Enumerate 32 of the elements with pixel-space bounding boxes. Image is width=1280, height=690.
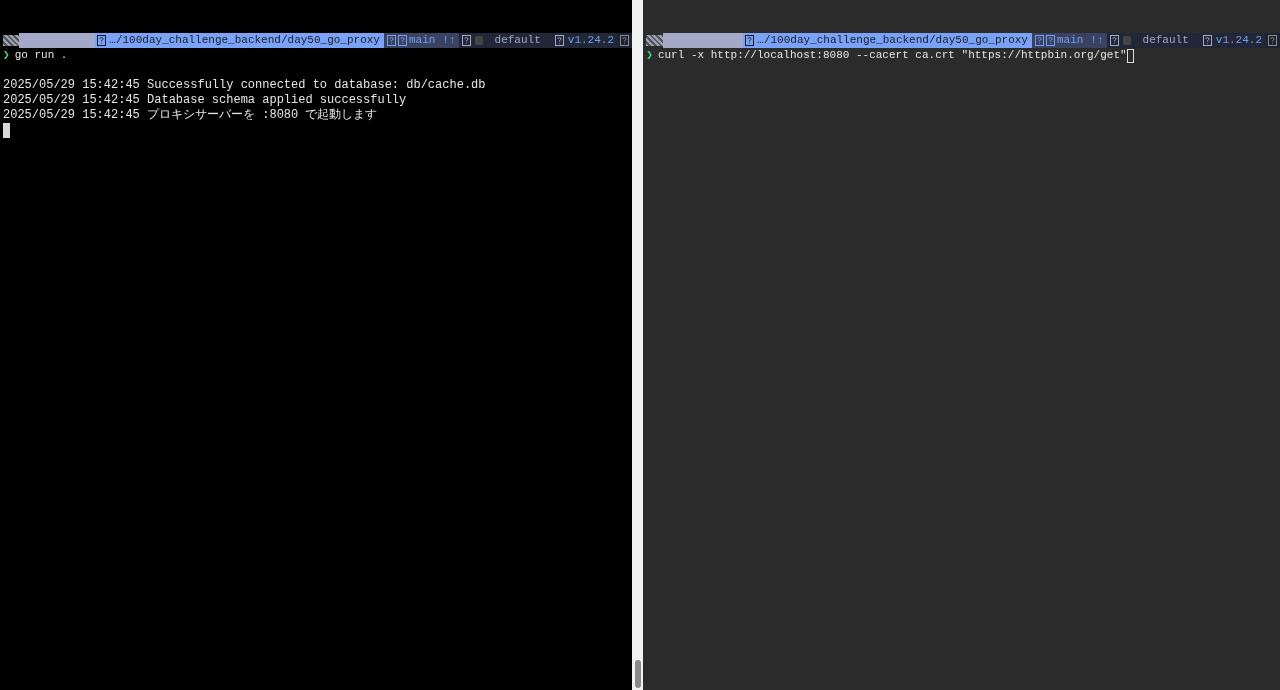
missing-glyph-icon (620, 35, 629, 46)
scrollbar-thumb[interactable] (634, 660, 641, 688)
branch-text: main (1056, 33, 1084, 48)
missing-glyph-icon (1268, 35, 1277, 46)
missing-glyph-icon (745, 35, 755, 46)
checker-icon (646, 35, 664, 46)
log-line: 2025/05/29 15:42:45 プロキシサーバーを :8080 で起動します (3, 108, 379, 123)
git-status-text: !↑ (1090, 33, 1104, 48)
missing-glyph-icon (1045, 35, 1055, 46)
branch-text: main (408, 33, 436, 48)
git-status-text: !↑ (442, 33, 456, 48)
path-text: …/100day_challenge_backend/day50_go_proxy (109, 33, 380, 48)
prompt-symbol: ❯ (646, 48, 653, 63)
missing-glyph-icon (386, 35, 396, 46)
missing-glyph-icon (461, 35, 471, 46)
version-text: v1.24.2 (567, 33, 614, 48)
log-line: 2025/05/29 15:42:45 Successfully connected to database: db/cache.db (3, 78, 487, 93)
checker-icon (3, 35, 20, 46)
missing-glyph-icon (1034, 35, 1044, 46)
command-text: go run . (14, 48, 68, 63)
version-text: v1.24.2 (1215, 33, 1262, 48)
context-text: default (1142, 33, 1189, 48)
path-text: …/100day_challenge_backend/day50_go_proxy (757, 33, 1028, 48)
prompt-symbol: ❯ (3, 48, 10, 63)
missing-glyph-icon (1109, 35, 1119, 46)
context-text: default (494, 33, 541, 48)
missing-glyph-icon (554, 35, 564, 46)
missing-glyph-icon (1202, 35, 1212, 46)
missing-glyph-icon (397, 35, 407, 46)
missing-glyph-icon (97, 35, 107, 46)
command-text: curl -x http://localhost:8080 --cacert ca.crt "https://httpbin.org/get" (657, 48, 1127, 63)
log-line: 2025/05/29 15:42:45 Database schema applied successfully (3, 93, 408, 108)
